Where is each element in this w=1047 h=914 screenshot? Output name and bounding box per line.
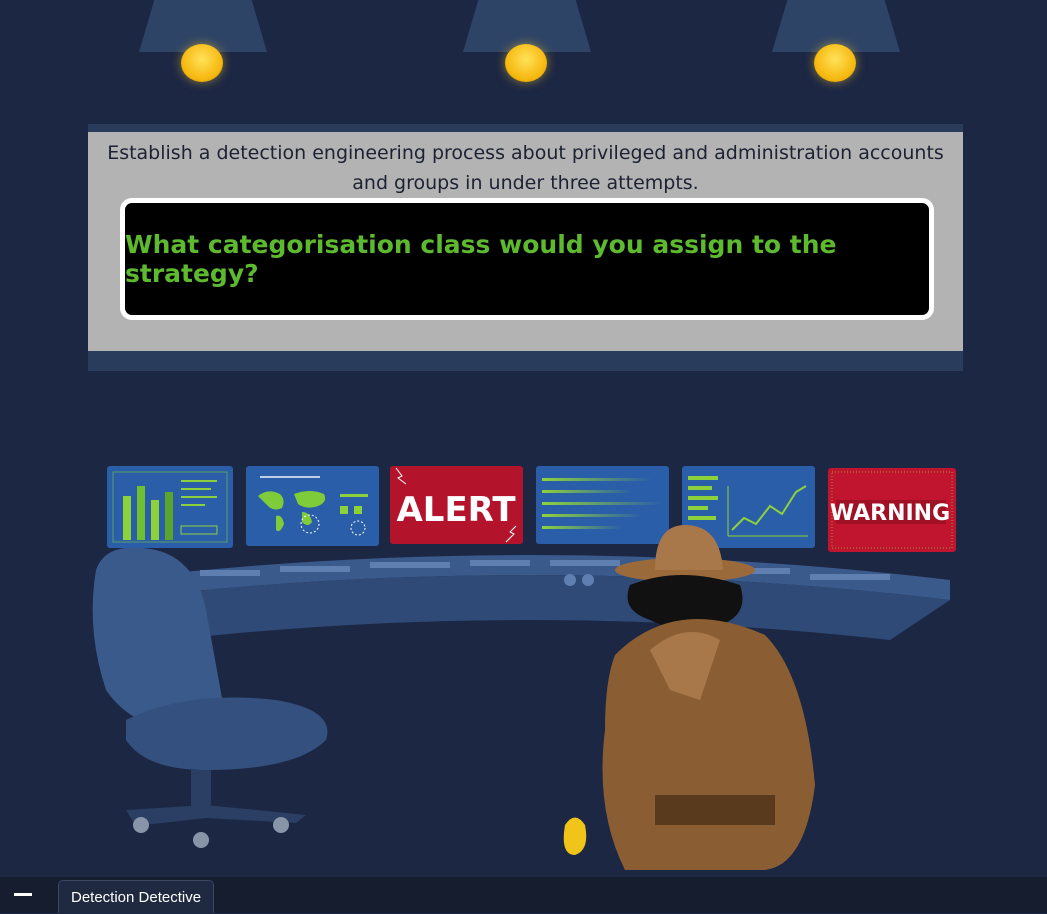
ceiling-lamp-3 xyxy=(772,0,902,90)
monitor-alert: ALERT xyxy=(390,466,523,544)
panel-top-bar xyxy=(88,124,963,132)
ceiling-lamp-2 xyxy=(463,0,593,90)
warning-label: WARNING xyxy=(830,501,950,526)
question-box: What categorisation class would you assi… xyxy=(120,198,934,320)
taskbar-app-tab[interactable]: Detection Detective xyxy=(58,880,215,913)
challenge-prompt: Establish a detection engineering proces… xyxy=(107,142,944,194)
question-text: What categorisation class would you assi… xyxy=(125,230,837,288)
monitor-dashboard xyxy=(107,466,233,548)
light-bulb-icon xyxy=(505,44,547,82)
light-bulb-icon xyxy=(181,44,223,82)
alert-label: ALERT xyxy=(396,490,516,530)
challenge-panel: Establish a detection engineering proces… xyxy=(88,132,963,351)
monitor-world-map xyxy=(246,466,379,546)
ceiling-lamp-1 xyxy=(139,0,269,90)
minimize-icon[interactable] xyxy=(14,893,32,896)
light-bulb-icon xyxy=(814,44,856,82)
office-chair xyxy=(92,547,328,848)
monitor-warning: WARNING xyxy=(828,468,956,552)
control-room-scene: ALERT WARNING xyxy=(0,380,1047,875)
panel-bottom-bar xyxy=(88,351,963,371)
detective-character xyxy=(563,525,815,870)
